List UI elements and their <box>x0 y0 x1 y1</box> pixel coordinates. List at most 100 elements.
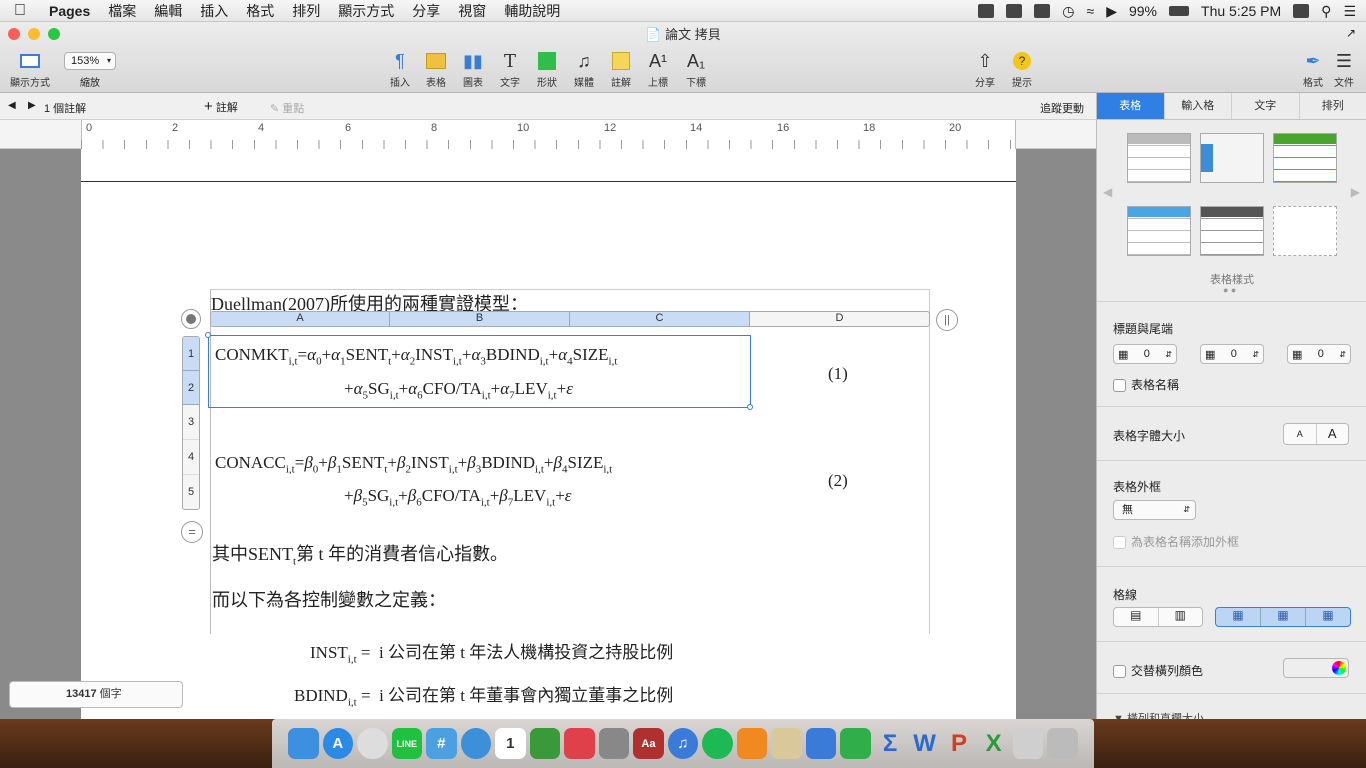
notification-icon[interactable]: ☰ <box>1343 3 1356 20</box>
time-machine-icon[interactable]: ◷ <box>1062 3 1074 20</box>
header-gridlines-button[interactable]: ▦ <box>1216 608 1261 626</box>
spotify-icon[interactable] <box>702 728 733 759</box>
alt-row-checkbox[interactable] <box>1113 665 1126 679</box>
menu-view[interactable]: 顯示方式 <box>329 1 403 21</box>
definition-inst[interactable]: INSTi,t = i 公司在第 t 年法人機構投資之持股比例 <box>310 638 673 665</box>
selection-handle[interactable] <box>205 332 211 338</box>
row-header-1[interactable]: 1 <box>183 337 199 371</box>
view-button[interactable]: 顯示方式 <box>10 50 50 89</box>
page-dots[interactable]: ● ● <box>1223 285 1236 295</box>
tab-cell[interactable]: 輸入格 <box>1165 93 1232 119</box>
definition-bdind[interactable]: BDINDi,t = i 公司在第 t 年董事會內獨立董事之比例 <box>294 681 673 708</box>
volume-icon[interactable]: ▶ <box>1106 3 1117 20</box>
row-header-3[interactable]: 3 <box>183 405 199 440</box>
body-gridlines-button[interactable]: ▦ <box>1261 608 1306 626</box>
apple-icon[interactable]:  <box>0 2 40 20</box>
stickies-icon[interactable]: # <box>426 728 457 759</box>
equation-1-line-2[interactable]: +α5SGi,t+α6CFO/TAi,t+α7LEVi,t+ε <box>344 379 573 401</box>
add-column-handle[interactable]: || <box>936 309 958 331</box>
equation-1-number[interactable]: (1) <box>828 364 848 384</box>
table-style-3[interactable] <box>1273 133 1337 183</box>
word-count[interactable]: 13417 個字 <box>9 681 183 708</box>
header-columns-stepper[interactable]: ▦ 0 ⇵ <box>1200 344 1264 364</box>
track-changes-button[interactable]: 追蹤更動 <box>1040 100 1084 116</box>
shape-button[interactable]: 形狀 <box>527 50 567 89</box>
table-select-handle[interactable] <box>181 309 201 329</box>
alt-row-color-well[interactable] <box>1283 658 1349 678</box>
numbers-icon[interactable] <box>840 728 871 759</box>
subscript-button[interactable]: A₁ 下標 <box>676 50 716 90</box>
styles-next-icon[interactable]: ▶ <box>1351 185 1360 199</box>
launchpad-icon[interactable] <box>357 728 388 759</box>
column-header-d[interactable]: D <box>750 312 929 326</box>
tab-text[interactable]: 文字 <box>1232 93 1300 119</box>
equation-2-line-1[interactable]: CONACCi,t=β0+β1SENTt+β2INSTi,t+β3BDINDi,… <box>215 453 612 475</box>
dictionary-icon[interactable]: Aa <box>633 728 664 759</box>
trash-icon[interactable] <box>1047 728 1078 759</box>
body-sentence-2[interactable]: 而以下為各控制變數之定義： <box>212 586 446 612</box>
column-header-a[interactable]: A <box>211 312 390 326</box>
app-store-icon[interactable]: A <box>322 728 354 759</box>
color-wheel-icon[interactable] <box>1332 661 1346 675</box>
menu-window[interactable]: 視窗 <box>449 1 495 21</box>
mathtype-icon[interactable]: Σ <box>875 728 906 759</box>
horizontal-gridlines-button[interactable]: ▤ <box>1114 608 1159 626</box>
pocket-icon[interactable] <box>564 728 595 759</box>
column-header-c[interactable]: C <box>570 312 750 326</box>
menu-edit[interactable]: 編輯 <box>145 1 191 21</box>
vertical-gridlines-button[interactable]: ▥ <box>1159 608 1203 626</box>
insert-button[interactable]: ¶ 插入 <box>380 50 420 90</box>
table-style-2[interactable] <box>1200 133 1264 183</box>
menu-file[interactable]: 檔案 <box>99 1 145 21</box>
downloads-icon[interactable] <box>1012 728 1044 759</box>
equation-2-number[interactable]: (2) <box>828 471 848 491</box>
footer-rows-stepper[interactable]: ▦ 0 ⇵ <box>1287 344 1351 364</box>
body-sentence-1[interactable]: 其中SENTt第 t 年的消費者信心指數。 <box>212 540 508 568</box>
document-canvas[interactable]: Duellman(2007)所使用的兩種實證模型： A B C D || 1 2… <box>0 149 1096 719</box>
ruler[interactable]: 0 2 4 6 8 10 12 14 16 18 20 <box>0 120 1096 149</box>
chart-button[interactable]: ▮▮ 圖表 <box>453 50 493 90</box>
wifi-icon[interactable]: ≈ <box>1087 3 1095 19</box>
word-icon[interactable]: W <box>909 728 940 759</box>
menu-help[interactable]: 輔助說明 <box>495 1 569 21</box>
airplay-icon[interactable] <box>1034 4 1051 18</box>
powerpoint-icon[interactable]: P <box>944 728 975 759</box>
system-preferences-icon[interactable] <box>598 728 630 759</box>
media-button[interactable]: ♫ 媒體 <box>564 50 604 90</box>
tab-arrange[interactable]: 排列 <box>1300 93 1366 119</box>
ibooks-icon[interactable] <box>736 728 768 759</box>
safari-icon[interactable] <box>460 728 492 759</box>
alt-row-option[interactable]: 交替橫列顏色 <box>1113 662 1203 679</box>
equation-1-line-1[interactable]: CONMKTi,t=α0+α1SENTt+α2INSTi,t+α3BDINDi,… <box>215 345 617 367</box>
selection-handle[interactable] <box>747 404 753 410</box>
calendar-icon[interactable]: 1 <box>495 728 526 759</box>
itunes-icon[interactable]: ♫ <box>667 728 699 759</box>
row-header-5[interactable]: 5 <box>183 475 199 509</box>
font-larger-button[interactable]: A <box>1317 424 1349 444</box>
tips-button[interactable]: ? 提示 <box>1002 50 1042 89</box>
row-header-4[interactable]: 4 <box>183 440 199 475</box>
camera-icon[interactable] <box>1006 4 1023 18</box>
share-button[interactable]: ⇧ 分享 <box>965 50 1005 90</box>
table-style-5[interactable] <box>1200 206 1264 256</box>
border-select[interactable]: 無 ⇵ <box>1113 500 1196 520</box>
battery-percent[interactable]: 99% <box>1129 3 1157 19</box>
menu-app[interactable]: Pages <box>40 3 99 19</box>
table-style-4[interactable] <box>1127 206 1191 256</box>
prev-comment-icon[interactable]: ◀ <box>8 100 16 111</box>
comment-button[interactable]: 註解 <box>601 50 641 89</box>
add-row-handle[interactable]: = <box>181 521 203 543</box>
add-comment-button[interactable]: + 註解 <box>204 98 238 115</box>
table-button[interactable]: 表格 <box>416 50 456 89</box>
menu-insert[interactable]: 插入 <box>191 1 237 21</box>
finder-icon[interactable] <box>288 728 319 759</box>
column-header-b[interactable]: B <box>390 312 570 326</box>
font-smaller-button[interactable]: A <box>1284 424 1317 444</box>
table-style-6[interactable] <box>1273 206 1337 256</box>
preview-icon[interactable] <box>771 728 802 759</box>
table-name-checkbox[interactable] <box>1113 379 1126 393</box>
table-name-option[interactable]: 表格名稱 <box>1113 376 1179 393</box>
tab-table[interactable]: 表格 <box>1097 93 1165 119</box>
clock[interactable]: Thu 5:25 PM <box>1201 3 1281 19</box>
header-rows-stepper[interactable]: ▦ 0 ⇵ <box>1113 344 1177 364</box>
